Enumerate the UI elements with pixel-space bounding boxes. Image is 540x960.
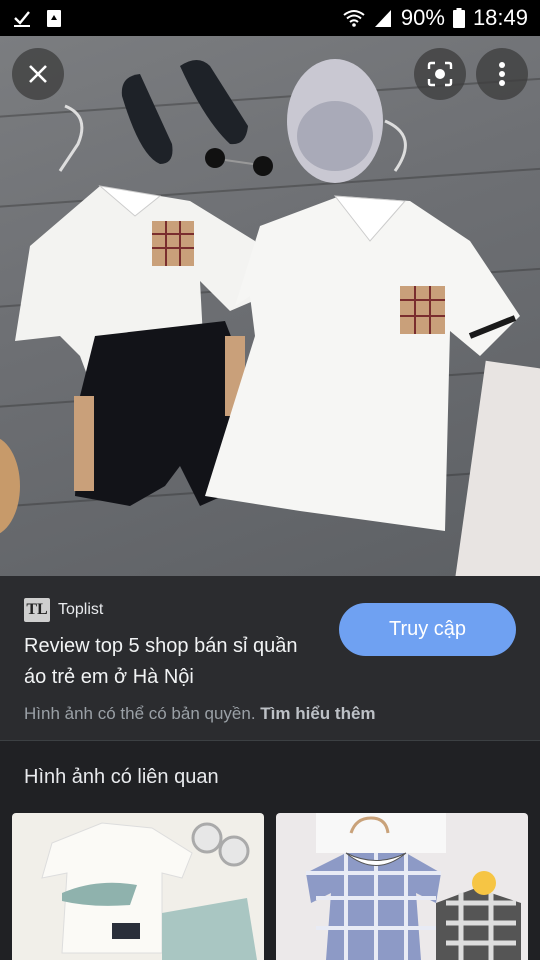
recycle-notification-icon bbox=[47, 10, 61, 27]
close-icon bbox=[29, 65, 47, 83]
download-done-icon bbox=[14, 11, 30, 27]
related-image-2[interactable] bbox=[276, 813, 528, 960]
source-row[interactable]: TL Toplist bbox=[24, 598, 103, 622]
visit-button[interactable]: Truy cập bbox=[339, 603, 516, 656]
source-name: Toplist bbox=[58, 601, 104, 618]
related-image-1-picture bbox=[41, 822, 257, 960]
copyright-text: Hình ảnh có thể có bản quyền. bbox=[24, 704, 256, 723]
related-images-heading: Hình ảnh có liên quan bbox=[24, 766, 219, 788]
related-image-2-picture bbox=[306, 813, 521, 960]
result-title[interactable]: Review top 5 shop bán sỉ quần áo trẻ em … bbox=[24, 631, 324, 693]
clothing-illustration bbox=[15, 59, 520, 531]
source-logo: TL bbox=[24, 598, 50, 622]
lens-icon bbox=[427, 61, 453, 87]
clock: 18:49 bbox=[472, 5, 528, 30]
copyright-notice: Hình ảnh có thể có bản quyền. Tìm hiểu t… bbox=[24, 704, 376, 724]
related-image-1[interactable] bbox=[12, 813, 264, 960]
status-bar: 90% 18:49 bbox=[0, 0, 540, 36]
signal-icon bbox=[374, 10, 391, 27]
close-button[interactable] bbox=[12, 48, 64, 100]
battery-icon bbox=[452, 8, 465, 28]
result-info-panel: TL Toplist Review top 5 shop bán sỉ quần… bbox=[0, 576, 540, 740]
wifi-icon bbox=[343, 10, 365, 27]
learn-more-link[interactable]: Tìm hiểu thêm bbox=[260, 704, 375, 723]
more-options-button[interactable] bbox=[476, 48, 528, 100]
more-vert-icon bbox=[499, 62, 505, 86]
divider bbox=[0, 740, 540, 741]
product-photo[interactable] bbox=[0, 36, 540, 576]
lens-search-button[interactable] bbox=[414, 48, 466, 100]
battery-percent: 90% bbox=[400, 5, 445, 30]
